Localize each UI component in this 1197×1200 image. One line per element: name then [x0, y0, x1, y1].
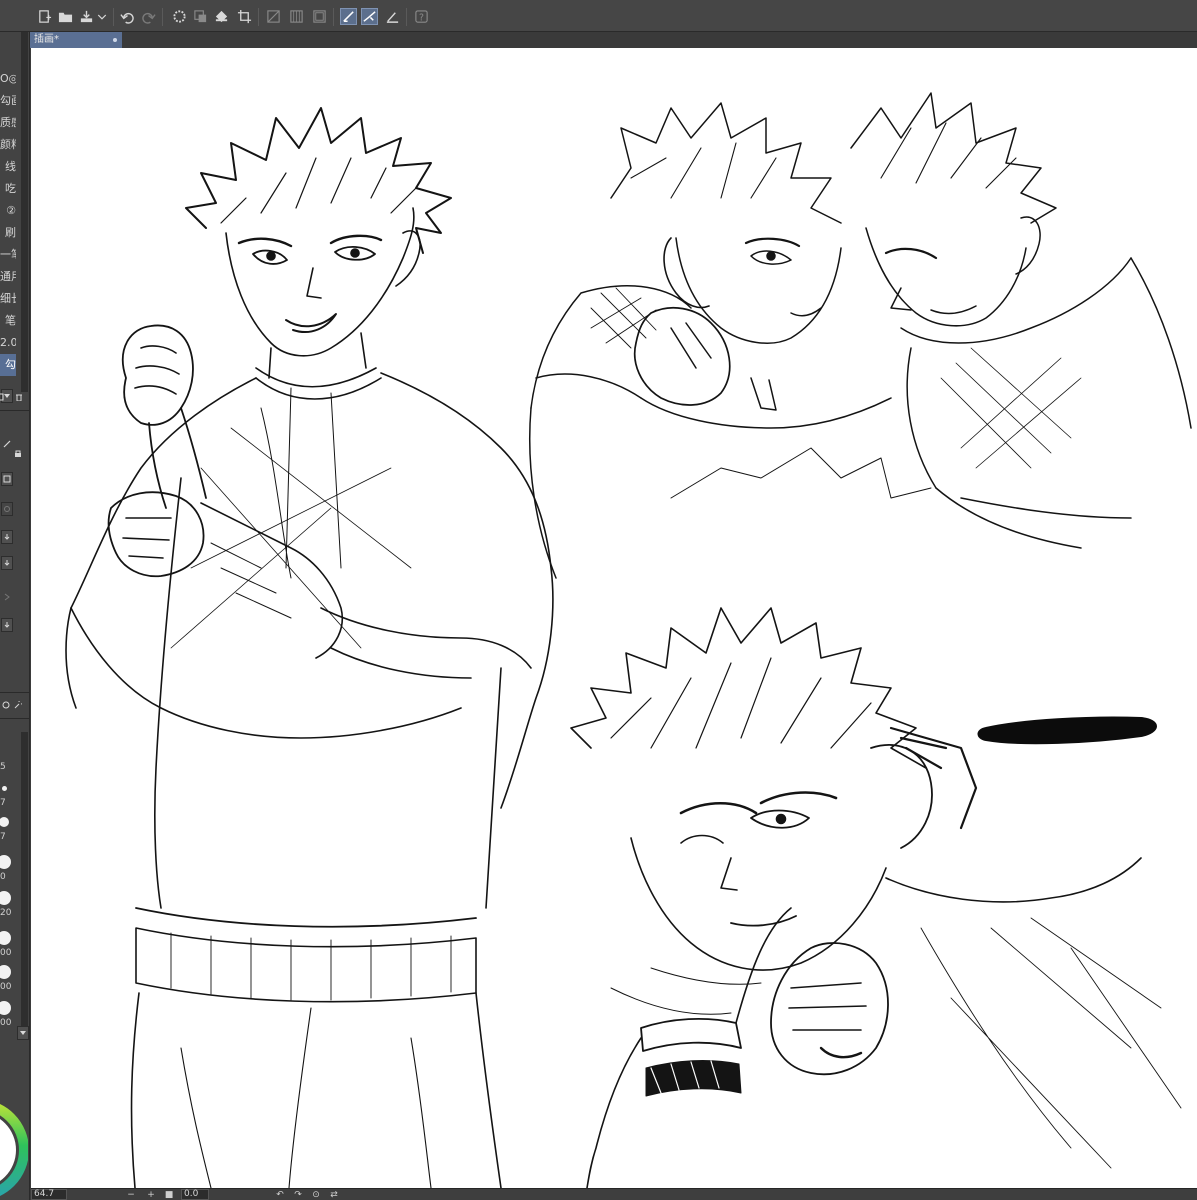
crop-icon[interactable] — [236, 8, 253, 25]
save-icon[interactable] — [78, 8, 95, 25]
lock-icon[interactable] — [12, 446, 24, 460]
brush-size-preview[interactable] — [0, 1001, 11, 1015]
sub-tool-item[interactable]: 一笔 — [0, 244, 16, 266]
zoom-in-icon[interactable]: + — [146, 1190, 156, 1200]
brush-size-preview[interactable] — [0, 891, 11, 905]
setting-btn-3-icon[interactable] — [1, 530, 13, 544]
brush-size-label[interactable]: 7 — [0, 798, 14, 808]
document-tab-title: 插画* — [34, 34, 59, 45]
help-icon[interactable]: ? — [413, 8, 430, 25]
sub-tool-item[interactable]: 吃 — [0, 178, 16, 200]
wrench-icon[interactable] — [12, 698, 24, 712]
dropdown-icon[interactable] — [96, 8, 108, 25]
brush-size-label[interactable]: 5 — [0, 762, 14, 772]
setting-btn-2-icon[interactable] — [1, 502, 13, 516]
reset-icon[interactable] — [0, 698, 12, 712]
flip-icon[interactable]: ⇄ — [329, 1190, 339, 1200]
brush-size-scroll-down-icon[interactable] — [17, 1026, 29, 1040]
redo-icon[interactable] — [140, 8, 157, 25]
rotate-right-icon[interactable]: ↷ — [293, 1190, 303, 1200]
color-wheel[interactable] — [0, 1096, 28, 1200]
snap-special-icon[interactable] — [361, 8, 378, 25]
fill-icon[interactable] — [213, 8, 230, 25]
snap-grid-icon[interactable] — [384, 8, 401, 25]
status-bar: 64.7 − + ■ 0.0 ↶ ↷ ⊙ ⇄ — [31, 1188, 1197, 1200]
sub-tool-item[interactable]: ② — [0, 200, 16, 222]
brush-size-scrollbar[interactable] — [21, 732, 28, 1032]
figure-resting — [570, 447, 1182, 1188]
document-tab-strip: 插画* — [30, 32, 1197, 48]
fit-icon[interactable]: ■ — [164, 1190, 174, 1200]
sub-tool-item[interactable]: 勾画胆 — [0, 90, 16, 112]
snap-ruler-icon[interactable] — [340, 8, 357, 25]
brush-size-label[interactable]: 00 — [0, 982, 14, 992]
sub-tool-item[interactable]: 线 — [0, 156, 16, 178]
sub-tool-item[interactable]: 2.0 — [0, 332, 16, 354]
sub-tool-item[interactable]: 通用 — [0, 266, 16, 288]
sub-tool-scrollbar[interactable] — [21, 32, 28, 392]
main-toolbar: ? — [0, 0, 1197, 32]
sub-tool-item[interactable]: 笔 — [0, 310, 16, 332]
add-sub-tool-icon[interactable] — [0, 390, 4, 404]
setting-btn-1-icon[interactable] — [1, 472, 13, 486]
new-icon[interactable] — [36, 8, 53, 25]
sub-tool-item[interactable]: 质感 — [0, 112, 16, 134]
brush-size-preview[interactable] — [1, 785, 7, 791]
brush-size-label[interactable]: 00 — [0, 1018, 14, 1028]
drawing-canvas[interactable] — [31, 48, 1197, 1188]
grid-icon[interactable] — [265, 8, 282, 25]
svg-text:?: ? — [419, 12, 424, 23]
brush-size-label[interactable]: 7 — [0, 832, 14, 842]
figure-standing — [65, 107, 554, 1188]
sub-tool-item[interactable]: 细长 — [0, 288, 16, 310]
sub-tool-item[interactable]: 刷 — [0, 222, 16, 244]
document-tab[interactable]: 插画* — [30, 32, 122, 48]
brush-size-label[interactable]: 00 — [0, 948, 14, 958]
rotate-left-icon[interactable]: ↶ — [275, 1190, 285, 1200]
setting-btn-4-icon[interactable] — [1, 556, 13, 570]
sub-tool-item[interactable]: 勾 — [0, 354, 16, 376]
angle-field[interactable]: 0.0 — [181, 1189, 209, 1200]
ruler-icon[interactable] — [288, 8, 305, 25]
sub-tool-item[interactable]: O◎ — [0, 68, 16, 90]
angle-value: 0.0 — [184, 1189, 199, 1199]
transform-icon[interactable] — [192, 8, 209, 25]
setting-btn-5-icon[interactable] — [1, 618, 13, 632]
sketch-artwork — [65, 92, 1192, 1188]
ink-stroke — [977, 716, 1157, 745]
frame-icon[interactable] — [311, 8, 328, 25]
zoom-value: 64.7 — [34, 1189, 55, 1199]
brush-size-preview[interactable] — [0, 931, 11, 945]
expand-icon[interactable] — [1, 590, 13, 604]
brush-size-preview[interactable] — [0, 965, 11, 979]
brush-size-preview[interactable] — [0, 855, 11, 869]
open-icon[interactable] — [57, 8, 74, 25]
zoom-field[interactable]: 64.7 — [31, 1189, 67, 1200]
brush-size-label[interactable]: 20 — [0, 908, 14, 918]
brush-size-label[interactable]: 0 — [0, 872, 14, 882]
reset-rotation-icon[interactable]: ⊙ — [311, 1190, 321, 1200]
undo-icon[interactable] — [119, 8, 136, 25]
loading-icon[interactable] — [171, 8, 188, 25]
zoom-out-icon[interactable]: − — [126, 1190, 136, 1200]
sub-tool-item[interactable]: 颜料 — [0, 134, 16, 156]
delete-sub-tool-icon[interactable] — [13, 390, 25, 404]
brush-size-preview[interactable] — [0, 817, 9, 827]
sub-tool-panel: O◎勾画胆质感颜料线吃②刷一笔通用细长笔2.0勾 5 7 7 0 20 00 00 00 — [0, 32, 30, 1200]
figure-pair — [529, 92, 1192, 579]
tab-close-icon[interactable] — [113, 38, 117, 42]
